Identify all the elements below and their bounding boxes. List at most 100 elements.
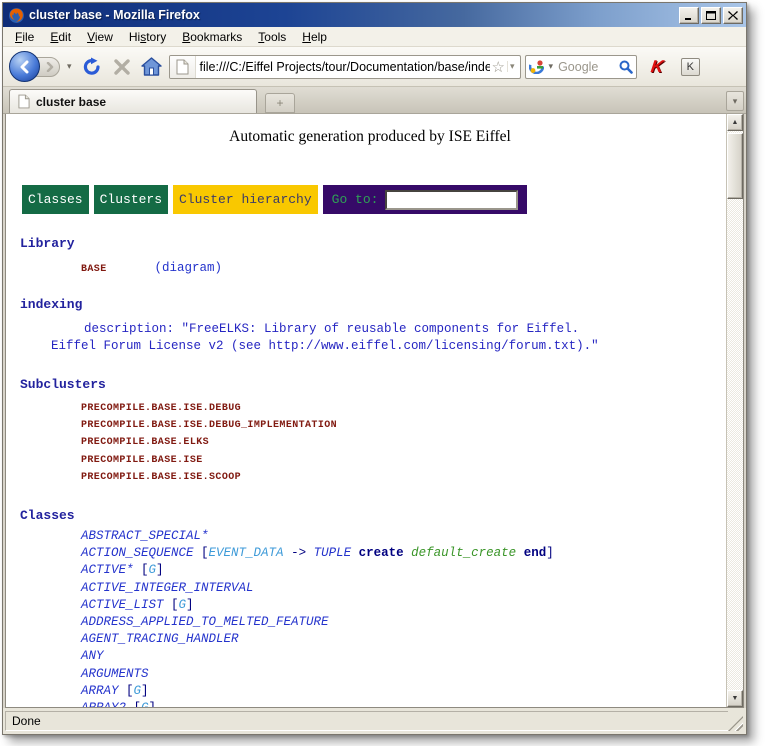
class-entry-part: ] — [156, 563, 164, 577]
subclusters-heading: Subclusters — [20, 377, 720, 392]
class-entry[interactable]: ARRAY2 [G] — [81, 700, 720, 707]
class-link[interactable]: ABSTRACT_SPECIAL* — [81, 529, 209, 543]
desktop-background: cluster base - Mozilla Firefox FileEditV… — [0, 0, 770, 746]
back-button[interactable] — [9, 51, 40, 82]
indexing-section: indexing description: "FreeELKS: Library… — [20, 297, 720, 355]
menu-tools[interactable]: Tools — [250, 28, 294, 46]
search-engine-dropdown-icon[interactable]: ▾ — [546, 61, 557, 72]
history-dropdown-icon[interactable]: ▾ — [64, 61, 75, 72]
class-link[interactable]: ACTIVE_INTEGER_INTERVAL — [81, 581, 254, 595]
subcluster-link[interactable]: PRECOMPILE.BASE.ISE — [81, 452, 720, 469]
class-entry-part[interactable]: G — [179, 598, 187, 612]
class-entry[interactable]: ACTIVE* [G] — [81, 562, 720, 579]
scrollbar-thumb[interactable] — [727, 133, 743, 199]
diagram-link[interactable]: (diagram) — [155, 261, 223, 275]
class-link[interactable]: ARRAY — [81, 684, 119, 698]
k-extension-button[interactable]: K — [681, 58, 700, 76]
class-entry-part: [ — [164, 598, 179, 612]
browser-viewport: Automatic generation produced by ISE Eif… — [5, 114, 744, 708]
class-entry-part: end — [524, 546, 547, 560]
class-link[interactable]: ARRAY2 — [81, 701, 126, 707]
menu-bookmarks[interactable]: Bookmarks — [174, 28, 250, 46]
scroll-up-button[interactable]: ▲ — [727, 114, 743, 131]
class-entry-part: [ — [126, 701, 141, 707]
classes-button[interactable]: Classes — [22, 185, 89, 214]
class-entry[interactable]: AGENT_TRACING_HANDLER — [81, 631, 720, 648]
tab-label: cluster base — [36, 95, 106, 109]
subcluster-link[interactable]: PRECOMPILE.BASE.ISE.SCOOP — [81, 469, 720, 486]
stop-button[interactable] — [109, 54, 135, 80]
class-entry-part[interactable]: G — [149, 563, 157, 577]
class-link[interactable]: ANY — [81, 649, 104, 663]
page-icon — [170, 56, 196, 78]
class-entry[interactable]: ARRAY [G] — [81, 683, 720, 700]
new-tab-button[interactable]: + — [265, 93, 295, 113]
scroll-down-button[interactable]: ▼ — [727, 690, 743, 707]
class-entry[interactable]: ACTIVE_LIST [G] — [81, 597, 720, 614]
maximize-button[interactable] — [701, 7, 721, 24]
class-entry-part[interactable]: G — [141, 701, 149, 707]
url-text[interactable]: file:///C:/Eiffel Projects/tour/Document… — [196, 60, 490, 74]
vertical-scrollbar[interactable]: ▲ ▼ — [726, 114, 743, 707]
library-section: Library BASE (diagram) — [20, 236, 720, 275]
class-entry-part — [404, 546, 412, 560]
clusters-button[interactable]: Clusters — [94, 185, 168, 214]
window-controls — [679, 7, 743, 24]
resize-grip[interactable] — [728, 716, 743, 731]
url-dropdown-icon[interactable]: ▾ — [507, 61, 520, 72]
menu-file[interactable]: File — [7, 28, 42, 46]
search-icon[interactable] — [619, 60, 633, 74]
class-entry[interactable]: ABSTRACT_SPECIAL* — [81, 528, 720, 545]
class-entry-part: ] — [141, 684, 149, 698]
class-entry[interactable]: ARGUMENTS — [81, 666, 720, 683]
kaspersky-icon[interactable]: K — [639, 57, 670, 77]
reload-button[interactable] — [79, 54, 105, 80]
classes-list: ABSTRACT_SPECIAL*ACTION_SEQUENCE [EVENT_… — [20, 528, 720, 707]
page-title: Automatic generation produced by ISE Eif… — [20, 128, 720, 146]
scrollbar-track[interactable] — [727, 199, 743, 690]
cluster-hierarchy-button[interactable]: Cluster hierarchy — [173, 185, 318, 214]
minimize-button[interactable] — [679, 7, 699, 24]
navigation-toolbar: ▾ file:///C:/Eiffel Projects/tour/Docume… — [3, 47, 746, 87]
class-entry-part[interactable]: G — [134, 684, 142, 698]
class-entry[interactable]: ACTION_SEQUENCE [EVENT_DATA -> TUPLE cre… — [81, 545, 720, 562]
close-button[interactable] — [723, 7, 743, 24]
class-entry-part: ] — [546, 546, 554, 560]
class-entry-part[interactable]: default_create — [411, 546, 516, 560]
class-entry[interactable]: ACTIVE_INTEGER_INTERVAL — [81, 580, 720, 597]
address-bar[interactable]: file:///C:/Eiffel Projects/tour/Document… — [169, 55, 521, 79]
class-entry[interactable]: ANY — [81, 648, 720, 665]
menu-edit[interactable]: Edit — [42, 28, 79, 46]
home-button[interactable] — [139, 54, 165, 80]
class-entry-part: create — [359, 546, 404, 560]
class-link[interactable]: ACTIVE_LIST — [81, 598, 164, 612]
subcluster-link[interactable]: PRECOMPILE.BASE.ELKS — [81, 434, 720, 451]
search-bar[interactable]: ▾ Google — [525, 55, 637, 79]
classes-section: Classes ABSTRACT_SPECIAL* ACTION_SEQUENCE… — [20, 508, 720, 707]
class-link[interactable]: AGENT_TRACING_HANDLER — [81, 632, 239, 646]
menu-help[interactable]: Help — [294, 28, 335, 46]
goto-input[interactable] — [385, 190, 518, 210]
firefox-icon — [8, 7, 25, 24]
library-heading: Library — [20, 236, 720, 251]
class-link[interactable]: ACTIVE* — [81, 563, 134, 577]
class-link[interactable]: ACTION_SEQUENCE — [81, 546, 194, 560]
goto-label: Go to: — [332, 192, 379, 207]
class-link[interactable]: ARGUMENTS — [81, 667, 149, 681]
subcluster-link[interactable]: PRECOMPILE.BASE.ISE.DEBUG_IMPLEMENTATION — [81, 417, 720, 434]
menu-view[interactable]: View — [79, 28, 121, 46]
classes-heading: Classes — [20, 508, 720, 523]
subcluster-link[interactable]: PRECOMPILE.BASE.ISE.DEBUG — [81, 400, 720, 417]
subclusters-section: Subclusters PRECOMPILE.BASE.ISE.DEBUGPRE… — [20, 377, 720, 486]
class-entry-part — [351, 546, 359, 560]
search-input[interactable]: Google — [558, 60, 616, 74]
bookmark-star-icon[interactable]: ☆ — [490, 58, 507, 76]
class-entry[interactable]: ADDRESS_APPLIED_TO_MELTED_FEATURE — [81, 614, 720, 631]
tab-cluster-base[interactable]: cluster base — [9, 89, 257, 113]
tab-page-icon — [18, 94, 30, 109]
tab-list-dropdown-button[interactable]: ▾ — [726, 91, 744, 111]
class-link[interactable]: TUPLE — [314, 546, 352, 560]
menu-history[interactable]: History — [121, 28, 174, 46]
class-link[interactable]: ADDRESS_APPLIED_TO_MELTED_FEATURE — [81, 615, 329, 629]
class-entry-part[interactable]: EVENT_DATA — [209, 546, 284, 560]
